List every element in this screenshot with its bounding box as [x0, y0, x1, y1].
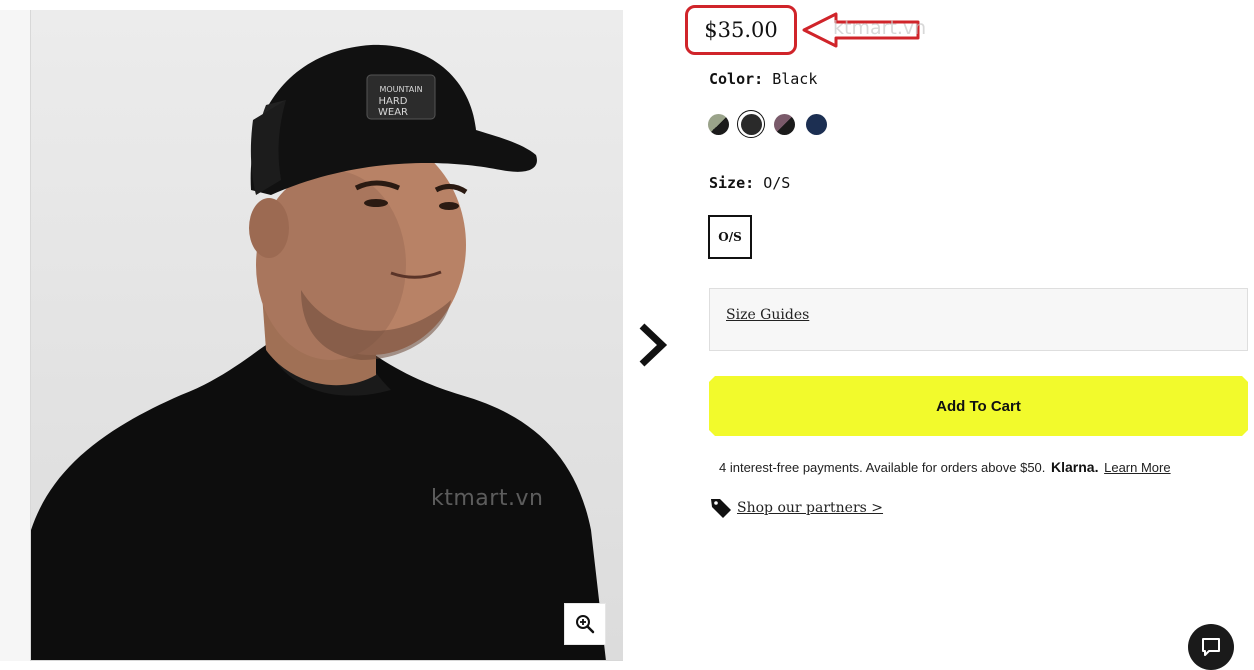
swatch-olive-black[interactable]: [708, 113, 729, 135]
color-selection-label: Color: Black: [709, 70, 817, 88]
color-value: Black: [772, 70, 818, 88]
cap-logo-text: MOUNTAIN: [379, 85, 422, 94]
svg-text:HARD: HARD: [378, 96, 407, 107]
size-label: Size:: [709, 174, 755, 192]
product-image[interactable]: MOUNTAIN HARD WEAR ktmart.vn: [30, 10, 623, 661]
top-watermark: ktmart.vn: [833, 17, 927, 39]
swatch-black: [740, 113, 762, 135]
shop-partners-link[interactable]: Shop our partners >: [737, 500, 883, 516]
zoom-button[interactable]: [564, 603, 606, 645]
product-price: $35.00: [704, 18, 778, 42]
chevron-right-icon: [639, 323, 668, 367]
shop-partners: Shop our partners >: [710, 497, 883, 519]
svg-text:WEAR: WEAR: [378, 107, 408, 118]
size-option-os[interactable]: O/S: [708, 215, 752, 259]
gallery-left-strip: [0, 10, 30, 661]
color-label: Color:: [709, 70, 764, 88]
swatch-black-selected[interactable]: [737, 110, 765, 138]
swatch-navy[interactable]: [806, 113, 827, 135]
size-guides-link[interactable]: Size Guides: [726, 307, 809, 323]
chat-button[interactable]: [1188, 624, 1234, 670]
size-selection-label: Size: O/S: [709, 174, 790, 192]
klarna-logo: Klarna.: [1051, 459, 1099, 475]
tag-icon: [711, 499, 731, 518]
size-guides-panel: Size Guides: [709, 288, 1248, 351]
swatch-plum-black[interactable]: [774, 113, 795, 135]
learn-more-link[interactable]: Learn More: [1104, 460, 1170, 475]
zoom-in-icon: [576, 615, 595, 634]
model-illustration: MOUNTAIN HARD WEAR: [31, 44, 606, 660]
klarna-message: 4 interest-free payments. Available for …: [719, 459, 1171, 475]
klarna-text: 4 interest-free payments. Available for …: [719, 460, 1046, 475]
photo-watermark: ktmart.vn: [431, 486, 544, 511]
add-to-cart-button[interactable]: Add To Cart: [709, 376, 1248, 436]
next-image-button[interactable]: [636, 322, 670, 368]
size-value: O/S: [763, 174, 791, 192]
color-swatches: [708, 110, 838, 138]
price-annotation-box: $35.00: [685, 5, 797, 55]
chat-icon: [1202, 638, 1220, 656]
